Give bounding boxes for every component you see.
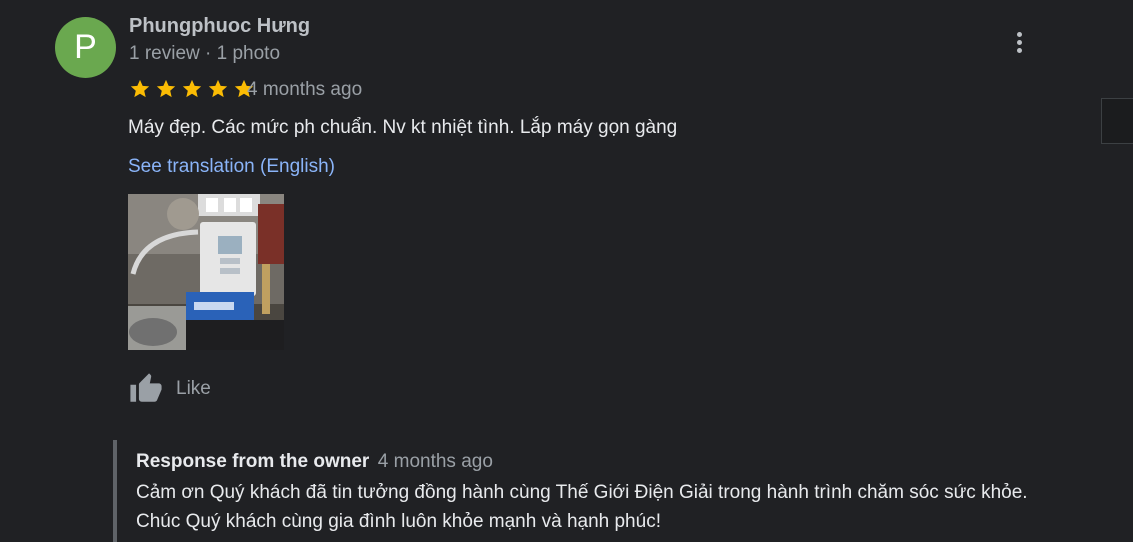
owner-response-header: Response from the owner 4 months ago — [136, 451, 493, 473]
star-icon — [182, 79, 202, 98]
more-options-button[interactable] — [1005, 28, 1033, 56]
review-text: Máy đẹp. Các mức ph chuẩn. Nv kt nhiệt t… — [128, 117, 678, 138]
star-icon — [156, 79, 176, 98]
water-ionizer-photo — [128, 194, 284, 350]
review-date: 4 months ago — [247, 79, 363, 100]
more-vert-icon — [1016, 31, 1022, 37]
review-card: P Phungphuoc Hưng 1 review · 1 photo 4 m… — [0, 0, 1133, 542]
scrollbar-thumb[interactable] — [1101, 98, 1133, 144]
owner-response: Response from the owner 4 months ago Cảm… — [113, 440, 1077, 542]
owner-response-text: Cảm ơn Quý khách đã tin tưởng đồng hành … — [136, 482, 1028, 532]
review-photo[interactable] — [128, 194, 284, 350]
owner-response-date: 4 months ago — [377, 451, 493, 472]
owner-response-title: Response from the owner — [136, 451, 370, 472]
author-meta: 1 review · 1 photo — [129, 43, 281, 64]
star-rating — [128, 78, 256, 100]
avatar[interactable]: P — [55, 17, 116, 78]
star-icon — [208, 79, 228, 98]
author-name[interactable]: Phungphuoc Hưng — [129, 15, 310, 38]
thumbs-up-icon — [130, 373, 162, 402]
star-icon — [130, 79, 150, 98]
like-button[interactable]: Like — [128, 372, 211, 406]
like-label: Like — [176, 378, 211, 399]
see-translation-link[interactable]: See translation (English) — [128, 156, 335, 178]
